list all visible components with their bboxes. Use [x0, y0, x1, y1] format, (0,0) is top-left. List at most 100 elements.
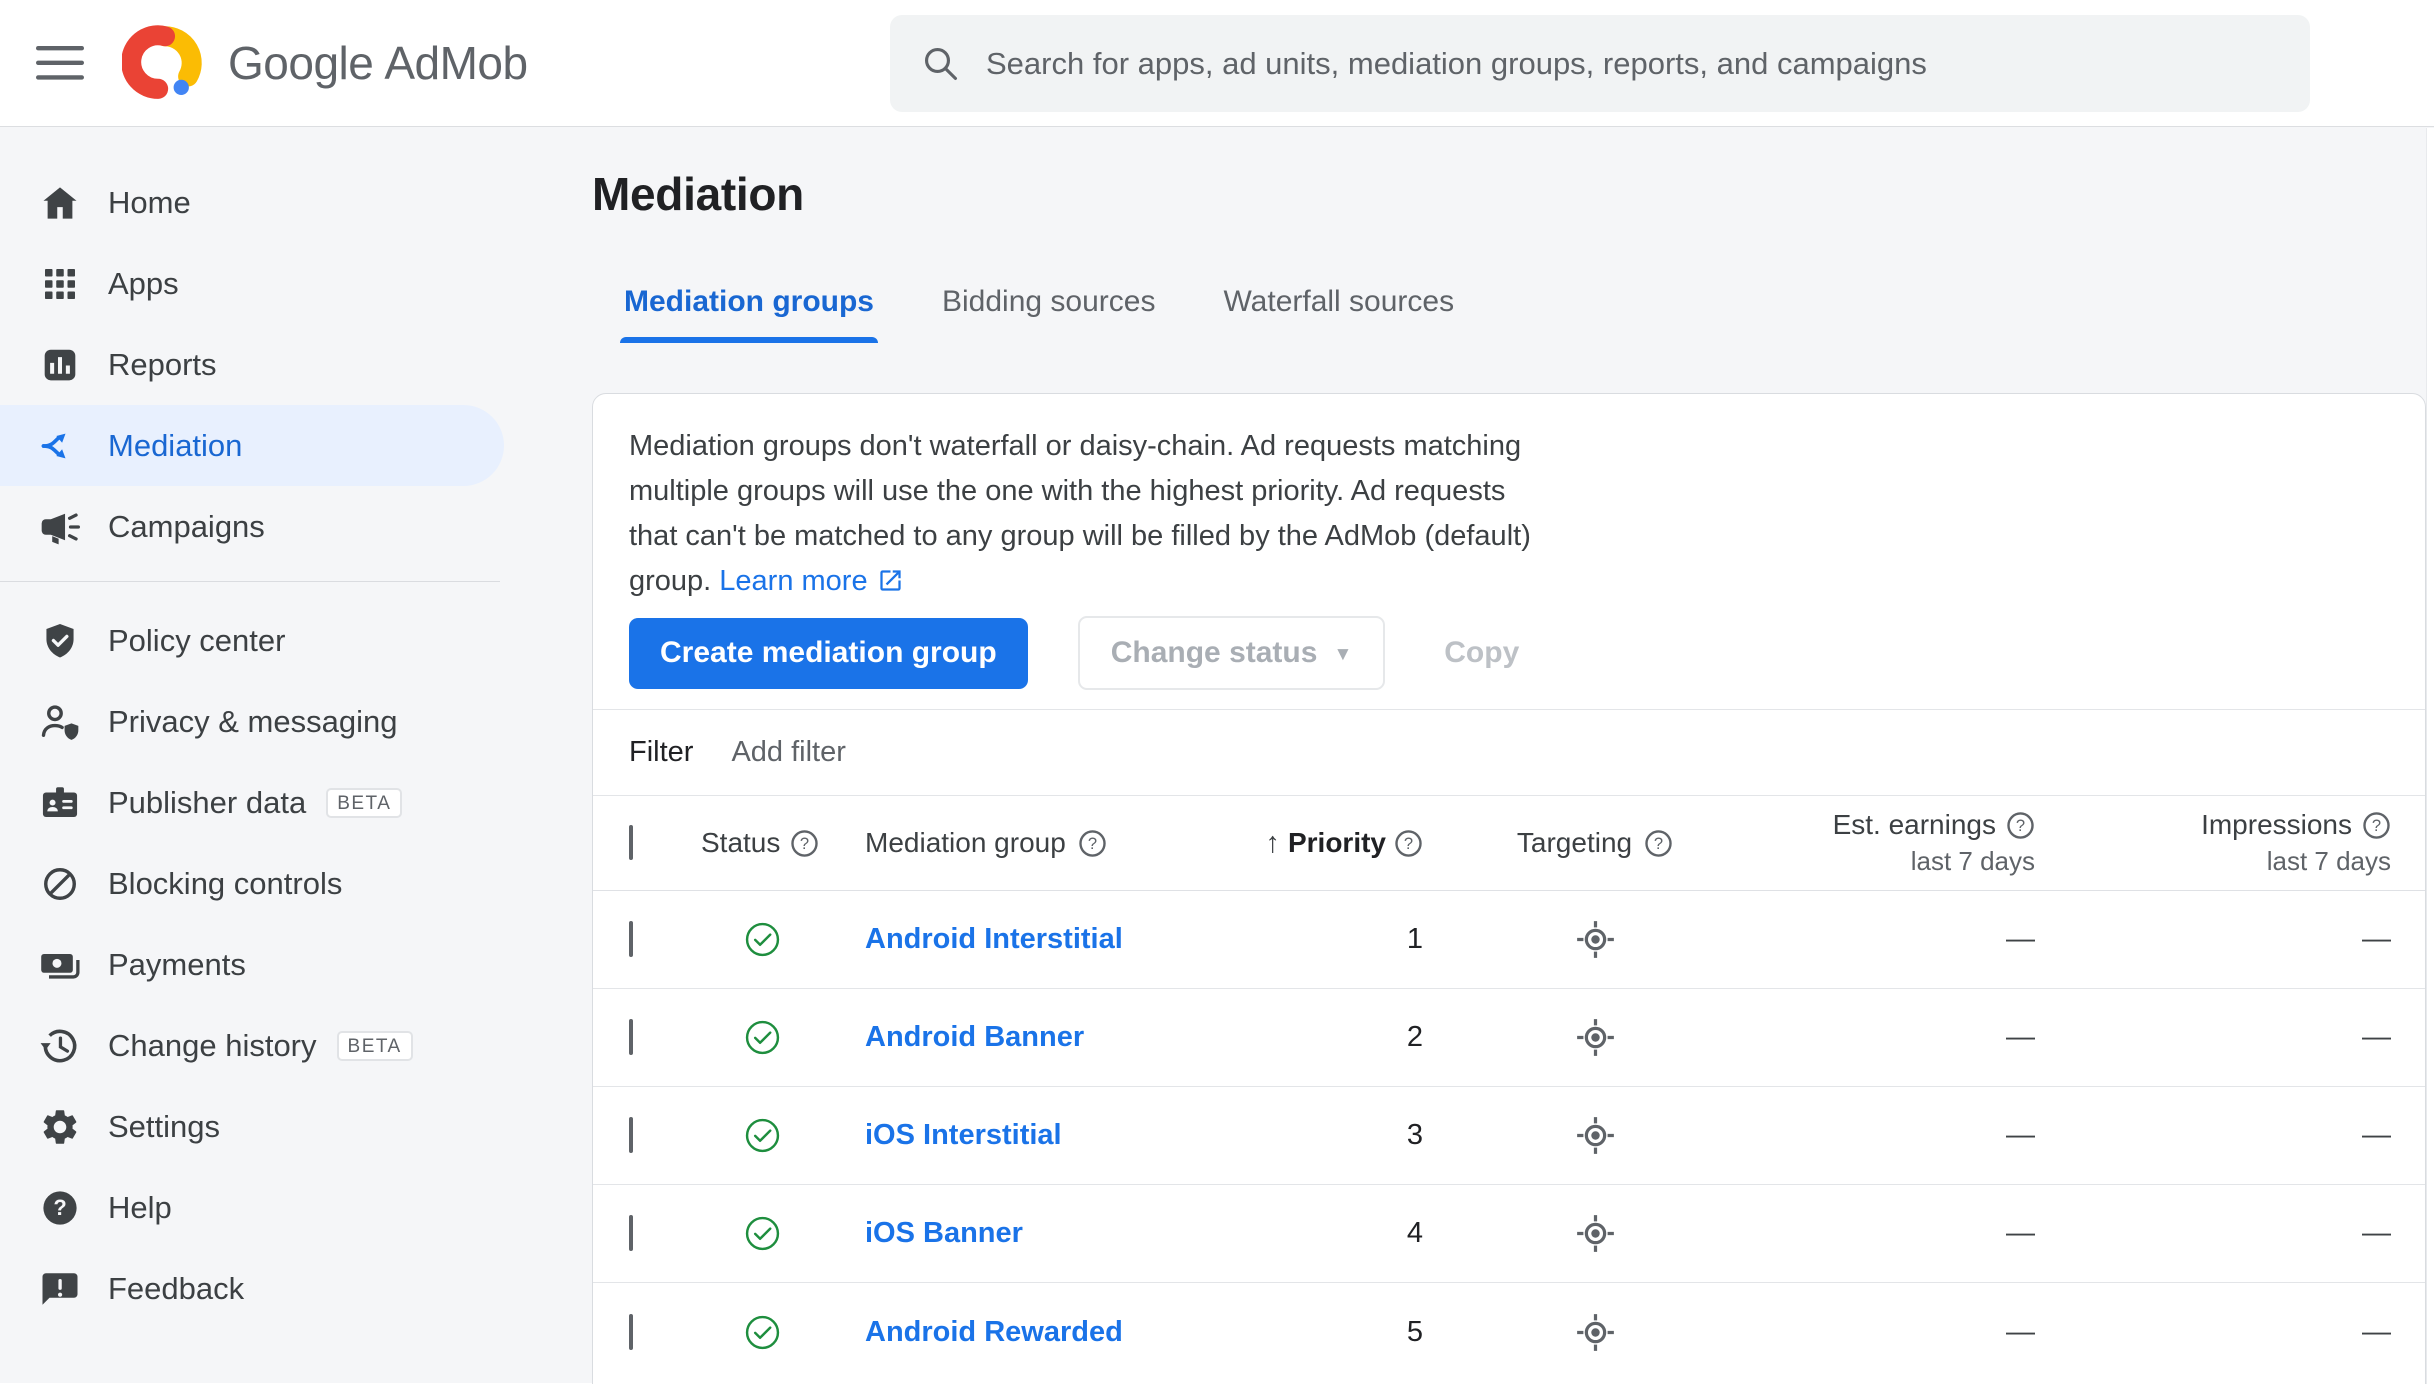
filter-bar: Filter Add filter	[593, 710, 2425, 795]
info-line: group.	[629, 565, 712, 597]
status-active-icon	[745, 1020, 780, 1055]
mediation-group-link[interactable]: Android Rewarded	[865, 1316, 1123, 1348]
table-row: iOS Banner 4 — —	[593, 1185, 2425, 1283]
column-impressions: Impressions	[2201, 809, 2352, 840]
filter-label: Filter	[629, 736, 694, 768]
column-priority-sort[interactable]: ↑ Priority ?	[1265, 827, 1435, 860]
copy-button[interactable]: Copy	[1413, 618, 1550, 689]
est-earnings-value: —	[2006, 1119, 2035, 1151]
sidebar-item-mediation[interactable]: Mediation	[0, 405, 504, 486]
page-title: Mediation	[592, 168, 804, 220]
row-checkbox[interactable]	[629, 1117, 633, 1153]
status-active-icon	[745, 1216, 780, 1251]
tab-bidding-sources[interactable]: Bidding sources	[940, 285, 1157, 343]
status-active-icon	[745, 1118, 780, 1153]
column-priority: Priority	[1287, 827, 1386, 858]
sidebar-item-label: Help	[108, 1189, 172, 1225]
sidebar-item-apps[interactable]: Apps	[0, 243, 504, 324]
info-line-last: group. Learn more	[629, 559, 2389, 604]
svg-text:?: ?	[1088, 834, 1097, 853]
svg-text:?: ?	[1654, 834, 1663, 853]
targeting-icon[interactable]	[1574, 1016, 1617, 1059]
blocked-circle-icon	[36, 860, 84, 908]
svg-text:?: ?	[2372, 816, 2381, 835]
column-status: Status	[701, 827, 781, 858]
sidebar-item-settings[interactable]: Settings	[0, 1086, 504, 1167]
tab-bar: Mediation groups Bidding sources Waterfa…	[620, 285, 2434, 343]
targeting-icon[interactable]	[1574, 1212, 1617, 1255]
row-checkbox[interactable]	[629, 1313, 633, 1350]
column-targeting: Targeting	[1516, 827, 1633, 858]
sidebar-item-change-history[interactable]: Change history BETA	[0, 1005, 504, 1086]
sidebar-item-label: Settings	[108, 1108, 221, 1144]
help-icon[interactable]: ?	[1078, 829, 1107, 858]
megaphone-icon	[36, 503, 84, 551]
tab-waterfall-sources[interactable]: Waterfall sources	[1221, 285, 1456, 343]
mediation-group-link[interactable]: iOS Interstitial	[865, 1119, 1062, 1151]
priority-value: 2	[1406, 1021, 1423, 1053]
svg-text:?: ?	[53, 1195, 66, 1220]
table-row: Android Banner 2 — —	[593, 989, 2425, 1087]
sidebar-item-help[interactable]: ? Help	[0, 1167, 504, 1248]
tab-mediation-groups[interactable]: Mediation groups	[620, 285, 878, 343]
targeting-icon[interactable]	[1574, 918, 1617, 961]
sidebar-item-reports[interactable]: Reports	[0, 324, 504, 405]
add-filter-button[interactable]: Add filter	[731, 736, 845, 769]
sidebar-item-label: Campaigns	[108, 508, 265, 544]
create-mediation-group-button[interactable]: Create mediation group	[629, 617, 1028, 689]
est-earnings-value: —	[2006, 1217, 2035, 1249]
menu-icon[interactable]	[36, 46, 84, 80]
impressions-value: —	[2362, 1217, 2391, 1249]
sidebar-item-label: Feedback	[108, 1270, 245, 1306]
search-input[interactable]	[986, 45, 2280, 82]
sidebar-item-policy-center[interactable]: Policy center	[0, 600, 504, 681]
mediation-group-link[interactable]: Android Banner	[865, 1021, 1084, 1053]
sidebar-item-privacy-messaging[interactable]: Privacy & messaging	[0, 681, 504, 762]
sidebar-item-home[interactable]: Home	[0, 162, 504, 243]
help-icon[interactable]: ?	[1394, 829, 1423, 858]
row-checkbox[interactable]	[629, 921, 633, 957]
help-icon[interactable]: ?	[2362, 811, 2391, 840]
sidebar-item-label: Home	[108, 184, 191, 220]
help-icon[interactable]: ?	[790, 829, 819, 858]
row-checkbox[interactable]	[629, 1215, 633, 1251]
sidebar-item-label: Policy center	[108, 622, 286, 658]
sidebar-item-publisher-data[interactable]: Publisher data BETA	[0, 762, 504, 843]
scrollbar-gutter[interactable]	[2426, 128, 2434, 1384]
mediation-group-link[interactable]: Android Interstitial	[865, 923, 1123, 955]
sidebar-item-label: Payments	[108, 946, 246, 982]
est-earnings-value: —	[2006, 1021, 2035, 1053]
column-mediation-group: Mediation group	[865, 827, 1066, 858]
shield-check-icon	[36, 617, 84, 665]
admob-logo[interactable]: Google AdMob	[122, 20, 528, 106]
beta-badge: BETA	[336, 1030, 413, 1061]
apps-grid-icon	[36, 260, 84, 308]
row-checkbox[interactable]	[629, 1019, 633, 1055]
history-clock-icon	[36, 1022, 84, 1070]
targeting-icon[interactable]	[1574, 1311, 1617, 1354]
table-row: Android Rewarded 5 — —	[593, 1283, 2425, 1381]
feedback-bubble-icon	[36, 1265, 84, 1313]
sidebar-item-blocking-controls[interactable]: Blocking controls	[0, 843, 504, 924]
help-icon[interactable]: ?	[1644, 829, 1673, 858]
sidebar-item-campaigns[interactable]: Campaigns	[0, 486, 504, 567]
mediation-group-link[interactable]: iOS Banner	[865, 1217, 1023, 1249]
learn-more-link[interactable]: Learn more	[719, 565, 903, 597]
main-content: Mediation Mediation groups Bidding sourc…	[536, 127, 2434, 1384]
home-icon	[36, 179, 84, 227]
change-status-label: Change status	[1110, 636, 1318, 669]
status-active-icon	[745, 1315, 780, 1349]
svg-text:?: ?	[800, 834, 809, 853]
select-all-checkbox[interactable]	[629, 825, 633, 860]
status-active-icon	[745, 922, 780, 957]
info-text: Mediation groups don't waterfall or dais…	[593, 394, 2425, 604]
help-icon[interactable]: ?	[2006, 811, 2035, 840]
global-search[interactable]	[890, 15, 2310, 112]
targeting-icon[interactable]	[1574, 1114, 1617, 1157]
change-status-button[interactable]: Change status ▼	[1077, 616, 1386, 690]
table-row: iOS Interstitial 3 — —	[593, 1087, 2425, 1185]
sidebar-item-feedback[interactable]: Feedback	[0, 1248, 504, 1329]
sidebar-item-payments[interactable]: Payments	[0, 924, 504, 1005]
info-line: multiple groups will use the one with th…	[629, 475, 1506, 507]
brand-admob: AdMob	[384, 37, 528, 89]
